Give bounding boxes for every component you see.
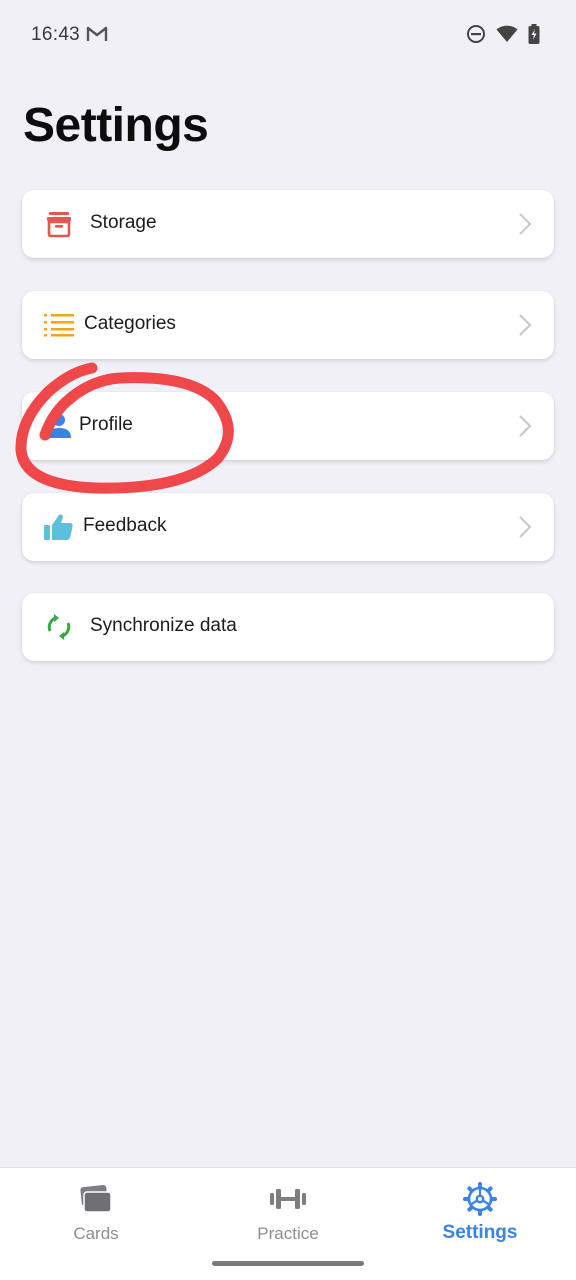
- sync-icon: [44, 613, 74, 641]
- nav-tab-settings[interactable]: Settings: [384, 1168, 576, 1258]
- chevron-right-icon: [518, 515, 532, 544]
- chevron-right-icon: [518, 313, 532, 342]
- storage-box-icon: [44, 210, 74, 238]
- status-bar: 16:43: [0, 0, 576, 72]
- settings-item-storage[interactable]: Storage: [22, 190, 554, 258]
- gear-icon: [463, 1182, 497, 1216]
- settings-item-profile[interactable]: Profile: [22, 392, 554, 460]
- battery-charging-icon: [528, 24, 540, 49]
- status-icons: [466, 24, 540, 49]
- settings-item-label: Storage: [90, 212, 157, 233]
- settings-item-feedback[interactable]: Feedback: [22, 493, 554, 561]
- settings-item-label: Synchronize data: [90, 615, 237, 636]
- wifi-icon: [496, 25, 518, 48]
- settings-item-label: Profile: [79, 414, 133, 435]
- nav-label: Practice: [257, 1224, 319, 1243]
- gmail-icon: [86, 25, 108, 48]
- nav-tab-practice[interactable]: Practice: [192, 1168, 384, 1258]
- thumbs-up-icon: [44, 513, 74, 541]
- settings-screen: 16:43 Settings Storage Categories Profil…: [0, 0, 576, 1280]
- settings-item-synchronize-data[interactable]: Synchronize data: [22, 593, 554, 661]
- status-time: 16:43: [31, 24, 81, 45]
- home-indicator[interactable]: [212, 1261, 364, 1266]
- settings-item-label: Feedback: [83, 515, 167, 536]
- nav-label: Settings: [442, 1222, 518, 1243]
- cards-icon: [78, 1184, 114, 1214]
- page-title: Settings: [23, 99, 209, 152]
- dumbbell-icon: [270, 1184, 306, 1214]
- nav-tab-cards[interactable]: Cards: [0, 1168, 192, 1258]
- settings-item-label: Categories: [84, 313, 176, 334]
- chevron-right-icon: [518, 414, 532, 443]
- chevron-right-icon: [518, 212, 532, 241]
- settings-item-categories[interactable]: Categories: [22, 291, 554, 359]
- person-icon: [44, 412, 74, 440]
- nav-label: Cards: [73, 1224, 119, 1243]
- list-icon: [44, 311, 74, 339]
- do-not-disturb-icon: [466, 24, 486, 49]
